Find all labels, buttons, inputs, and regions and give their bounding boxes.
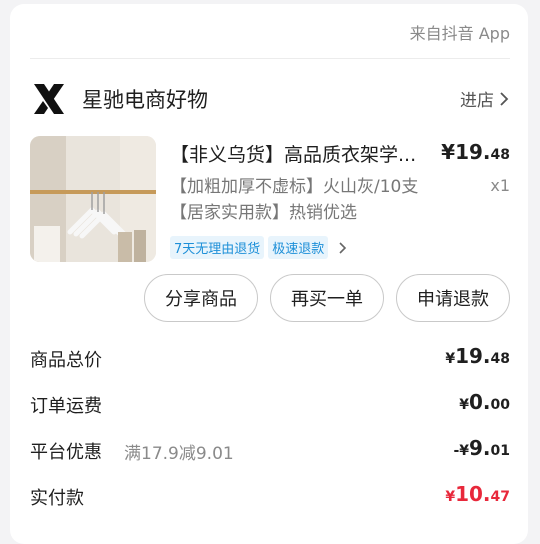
summary-shipping-value: ¥0.00 [459, 390, 510, 414]
summary-total-label: 商品总价 [30, 350, 102, 371]
summary-shipping-label: 订单运费 [30, 396, 102, 417]
summary-discount-label: 平台优惠 [30, 442, 102, 463]
summary-paid-value: ¥10.47 [445, 482, 510, 506]
share-product-button[interactable]: 分享商品 [144, 274, 258, 322]
shop-logo-icon [34, 84, 64, 114]
order-source-label: 来自抖音 App [409, 24, 510, 43]
tag-seven-day-return: 7天无理由退货 [170, 236, 265, 259]
product-spec: 【加粗加厚不虚标】火山灰/10支 【居家实用款】热销优选 [170, 177, 419, 223]
product-item[interactable]: 【非义乌货】高品质衣架学... ¥19.48 【加粗加厚不虚标】火山灰/10支 … [30, 132, 510, 264]
tag-fast-refund: 极速退款 [268, 236, 329, 259]
shop-name[interactable]: 星驰电商好物 [82, 84, 208, 114]
product-title[interactable]: 【非义乌货】高品质衣架学... [170, 140, 430, 167]
product-price: ¥19.48 [441, 140, 510, 164]
order-actions: 分享商品 再买一单 申请退款 [144, 274, 510, 322]
buy-again-button[interactable]: 再买一单 [270, 274, 384, 322]
shop-row: 星驰电商好物 进店 [30, 76, 510, 120]
summary-total-row: 商品总价 ¥19.48 [30, 342, 510, 374]
order-card: 来自抖音 App 星驰电商好物 进店 【非义乌货】高品质衣架学... ¥19.4… [10, 4, 528, 544]
summary-discount-row: 平台优惠 满17.9减9.01 -¥9.01 [30, 434, 510, 466]
summary-shipping-row: 订单运费 ¥0.00 [30, 388, 510, 420]
summary-paid-row: 实付款 ¥10.47 [30, 480, 510, 512]
chevron-right-icon [500, 91, 509, 106]
divider [30, 58, 510, 59]
product-thumbnail[interactable] [30, 136, 156, 262]
summary-paid-label: 实付款 [30, 488, 84, 509]
request-refund-button[interactable]: 申请退款 [396, 274, 510, 322]
service-tags[interactable]: 7天无理由退货 极速退款 [170, 236, 348, 259]
summary-discount-note: 满17.9减9.01 [124, 444, 234, 464]
enter-shop-link[interactable]: 进店 [460, 86, 510, 111]
summary-discount-value: -¥9.01 [453, 436, 510, 460]
summary-total-value: ¥19.48 [445, 344, 510, 368]
chevron-right-icon[interactable] [338, 241, 348, 255]
enter-shop-label: 进店 [460, 91, 494, 111]
product-quantity: x1 [490, 176, 510, 195]
